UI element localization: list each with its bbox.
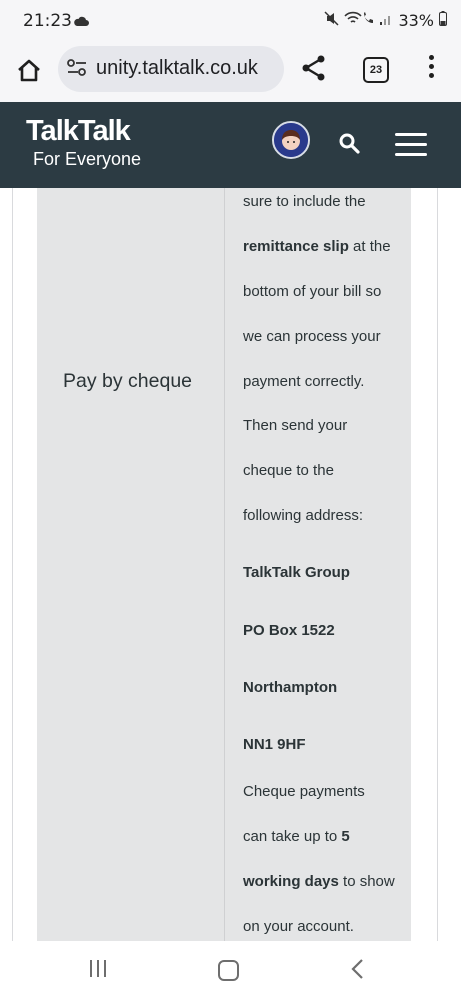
address-bar[interactable]: unity.talktalk.co.uk bbox=[58, 46, 284, 92]
site-tagline: For Everyone bbox=[33, 149, 142, 169]
description-line: cheque to the bbox=[243, 462, 334, 479]
description-line: bottom of your bill so bbox=[243, 283, 381, 300]
signal-icon bbox=[379, 11, 393, 30]
page-content: Pay by cheque sure to include the remitta… bbox=[0, 188, 461, 941]
url-text[interactable]: unity.talktalk.co.uk bbox=[96, 57, 258, 80]
text-segment: on your account. bbox=[243, 918, 354, 935]
bold-text: PO Box 1522 bbox=[243, 622, 335, 639]
description-line: remittance slip at the bbox=[243, 238, 391, 255]
text-segment: cheque to the bbox=[243, 462, 334, 479]
share-icon[interactable] bbox=[300, 54, 328, 86]
description-line: Cheque payments bbox=[243, 783, 365, 800]
description-line: Northampton bbox=[243, 679, 337, 696]
text-segment: Cheque payments bbox=[243, 783, 365, 800]
description-line: Then send your bbox=[243, 417, 347, 434]
description-line: we can process your bbox=[243, 328, 381, 345]
description-line: NN1 9HF bbox=[243, 736, 306, 753]
battery-percent: 33% bbox=[398, 10, 434, 30]
wifi-call-icon bbox=[344, 10, 374, 30]
description-line: TalkTalk Group bbox=[243, 564, 350, 581]
text-segment: bottom of your bill so bbox=[243, 283, 382, 300]
description-line: following address: bbox=[243, 507, 363, 524]
bold-text: working days bbox=[243, 873, 339, 890]
bold-text: TalkTalk Group bbox=[243, 564, 350, 581]
text-segment: Then send your bbox=[243, 417, 348, 434]
search-icon[interactable] bbox=[339, 133, 361, 159]
description-line: payment correctly. bbox=[243, 373, 364, 390]
avatar[interactable] bbox=[272, 121, 310, 159]
status-time: 21:23 bbox=[23, 11, 72, 31]
text-segment: sure to include the bbox=[243, 193, 366, 210]
system-nav-bar bbox=[0, 941, 461, 999]
bold-text: NN1 9HF bbox=[243, 736, 306, 753]
home-icon[interactable] bbox=[14, 56, 44, 86]
mute-icon bbox=[324, 10, 339, 30]
hamburger-menu-icon[interactable] bbox=[395, 133, 427, 163]
text-segment: to show bbox=[338, 873, 395, 890]
description-line: on your account. bbox=[243, 918, 354, 935]
recent-apps-button[interactable] bbox=[90, 960, 111, 981]
text-segment: payment correctly. bbox=[243, 373, 365, 390]
status-bar: 21:23 33% bbox=[0, 0, 461, 42]
description-line: working days to show bbox=[243, 873, 395, 890]
home-button[interactable] bbox=[218, 960, 239, 981]
table-column-divider bbox=[224, 188, 225, 941]
browser-toolbar: unity.talktalk.co.uk 23 bbox=[0, 42, 461, 102]
cloud-icon bbox=[73, 12, 89, 31]
tab-switcher-button[interactable]: 23 bbox=[363, 57, 389, 83]
bold-text: 5 bbox=[341, 828, 350, 845]
description-line: PO Box 1522 bbox=[243, 622, 335, 639]
description-line: sure to include the bbox=[243, 193, 366, 210]
text-segment: following address: bbox=[243, 507, 364, 524]
site-header: TalkTalk For Everyone bbox=[0, 102, 461, 188]
text-segment: at the bbox=[348, 238, 391, 255]
site-logo[interactable]: TalkTalk bbox=[26, 115, 131, 148]
bold-text: Northampton bbox=[243, 679, 338, 696]
bold-text: remittance slip bbox=[243, 238, 349, 255]
text-segment: we can process your bbox=[243, 328, 381, 345]
description-line: can take up to 5 bbox=[243, 828, 350, 845]
more-menu-icon[interactable] bbox=[424, 55, 438, 82]
text-segment: can take up to bbox=[243, 828, 342, 845]
site-settings-icon[interactable] bbox=[67, 59, 87, 81]
payment-method-label: Pay by cheque bbox=[63, 370, 193, 392]
battery-icon bbox=[439, 10, 447, 30]
back-icon[interactable] bbox=[350, 958, 364, 984]
